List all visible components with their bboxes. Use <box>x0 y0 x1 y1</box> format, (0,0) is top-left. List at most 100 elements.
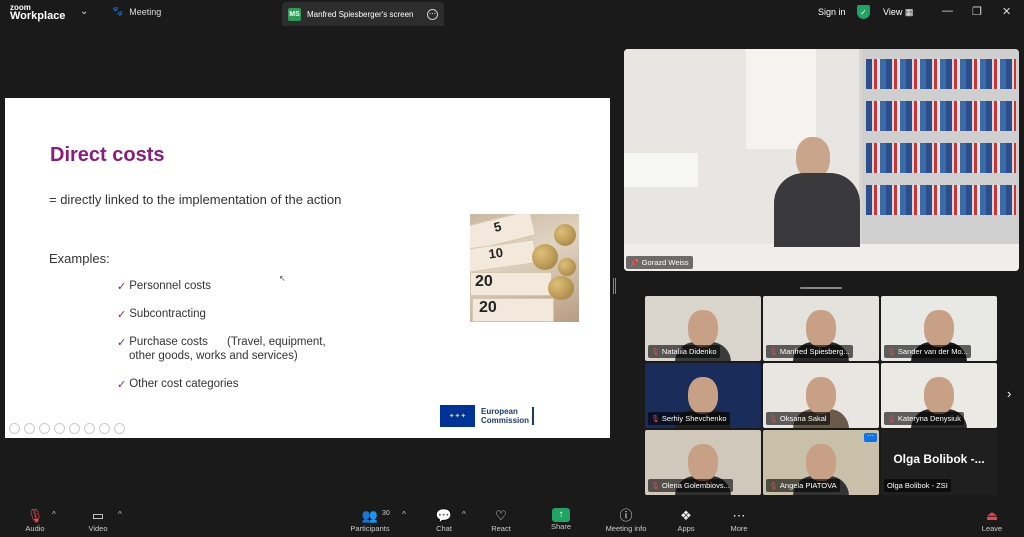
chat-options-caret-icon[interactable]: ^ <box>462 510 466 519</box>
logo-text-line2: Commission <box>481 416 530 425</box>
mic-muted-icon: 🎙 <box>769 482 778 490</box>
slide-subtitle: = directly linked to the implementation … <box>49 192 342 207</box>
close-icon[interactable]: ✕ <box>1002 5 1011 18</box>
chevron-down-icon[interactable]: ⌄ <box>80 6 88 17</box>
participant-display-name: Olga Bolibok -... <box>893 452 985 466</box>
more-label: More <box>730 524 748 533</box>
pen-icon[interactable] <box>39 423 50 434</box>
participant-tile[interactable]: 🎙 Sander van der Mo... <box>881 296 997 361</box>
paw-icon: 🐾 <box>112 6 124 16</box>
european-commission-logo: ✦✦✦ European Commission <box>440 405 535 427</box>
camera-icon[interactable] <box>99 423 110 434</box>
logo-line2: Workplace <box>10 10 66 22</box>
participant-name: Angela PIATOVA <box>779 481 837 490</box>
meeting-info-button[interactable]: ⓘ Meeting info <box>601 508 651 533</box>
slides-icon[interactable] <box>54 423 65 434</box>
participants-label: Participants <box>350 524 390 533</box>
bullet-item: ✓ Personnel costs <box>117 280 211 293</box>
participant-name-tag: 🎙 Oksana Sakal <box>766 412 830 425</box>
participant-name: Serhiy Shevchenko <box>661 414 727 423</box>
tab-shared-screen[interactable]: MS Manfred Spiesberger's screen ⋯ <box>282 2 444 26</box>
logo-text-line1: European <box>481 407 518 416</box>
leave-label: Leave <box>981 524 1003 533</box>
leave-button[interactable]: ⏏ Leave <box>980 508 1004 533</box>
tab-meeting[interactable]: 🐾 Meeting <box>112 6 161 17</box>
euro-money-image: 5 10 20 20 <box>470 214 579 322</box>
bullet-text: Other cost categories <box>129 378 239 390</box>
participant-tile[interactable]: 🎙 Olena Golembiovs... <box>645 430 761 495</box>
user-badge: MS <box>288 7 301 21</box>
participants-options-caret-icon[interactable]: ^ <box>402 510 406 519</box>
check-icon: ✓ <box>117 309 127 321</box>
bullet-text: Purchase costs (Travel, equipment, <box>129 336 326 348</box>
more-icon[interactable] <box>114 423 125 434</box>
share-button[interactable]: ↑ Share <box>548 508 574 531</box>
participant-tile[interactable]: 🎙 Nataliia Didenko <box>645 296 761 361</box>
security-shield-icon[interactable]: ✓ <box>857 5 870 19</box>
speaker-name: Gorazd Weiss <box>641 258 689 267</box>
audio-label: Audio <box>25 524 45 533</box>
video-camera-icon: ▭ <box>91 508 105 523</box>
bullet-text: Subcontracting <box>129 308 206 320</box>
mic-muted-icon: 🎙 <box>651 348 660 356</box>
bullet-text: Personnel costs <box>129 280 212 292</box>
participant-count: 30 <box>382 510 390 517</box>
participant-tile[interactable]: 🎙 Oksana Sakal <box>763 363 879 428</box>
mic-muted-icon: 🎙 <box>651 415 660 423</box>
participant-tile[interactable]: 🎙 Kateryna Denysiuk <box>881 363 997 428</box>
participant-tile[interactable]: 🎙 Angela PIATOVA <box>763 430 879 495</box>
pin-icon: 📌 <box>630 259 639 267</box>
speaker-name-tag: 📌 Gorazd Weiss <box>626 256 693 269</box>
participant-name-tag: 🎙 Angela PIATOVA <box>766 479 840 492</box>
view-button[interactable]: View ▦ <box>883 7 913 18</box>
zoom-icon[interactable] <box>69 423 80 434</box>
more-options-icon[interactable]: ⋯ <box>427 8 438 20</box>
slide-controls <box>9 423 125 434</box>
slide-title: Direct costs <box>50 144 165 166</box>
sign-in-link[interactable]: Sign in <box>818 7 846 17</box>
react-button[interactable]: ♡ React <box>488 508 514 533</box>
audio-button[interactable]: 🎙 Audio <box>22 508 48 533</box>
chat-button[interactable]: 💬 Chat <box>432 508 456 533</box>
zoom-logo[interactable]: zoom Workplace <box>10 3 66 22</box>
apps-button[interactable]: ❖ Apps <box>674 508 698 533</box>
more-button[interactable]: ⋯ More <box>727 508 751 533</box>
participant-name: Oksana Sakal <box>779 414 827 423</box>
bullet-text: other goods, works and services) <box>129 350 298 362</box>
check-icon: ✓ <box>117 337 127 349</box>
participant-tile[interactable]: Olga Bolibok -... Olga Bolibok - ZSI <box>881 430 997 495</box>
meeting-toolbar: 🎙 Audio ^ ▭ Video ^ 👥 Participants 30 ^ … <box>0 500 1024 537</box>
react-label: React <box>491 524 511 533</box>
check-icon: ✓ <box>117 281 127 293</box>
participant-tile[interactable]: 🎙 Serhiy Shevchenko <box>645 363 761 428</box>
chat-icon: 💬 <box>435 508 453 523</box>
tile-more-options-icon[interactable]: ⋯ <box>864 433 877 442</box>
mic-muted-icon: 🎙 <box>887 415 896 423</box>
restore-icon[interactable]: ❐ <box>972 5 982 18</box>
meeting-info-label: Meeting info <box>605 524 647 533</box>
active-speaker-video[interactable]: 📌 Gorazd Weiss <box>624 49 1019 271</box>
video-label: Video <box>88 524 108 533</box>
minimize-icon[interactable]: — <box>942 5 953 17</box>
tab-meeting-label: Meeting <box>129 6 162 17</box>
audio-options-caret-icon[interactable]: ^ <box>52 510 56 519</box>
next-page-arrow-icon[interactable]: › <box>1007 386 1011 401</box>
panel-resize-handle[interactable] <box>800 287 842 289</box>
mic-muted-icon: 🎙 <box>651 482 660 490</box>
apps-label: Apps <box>677 524 695 533</box>
next-slide-icon[interactable] <box>24 423 35 434</box>
participant-name: Kateryna Denysiuk <box>897 414 961 423</box>
share-arrow-icon: ↑ <box>552 508 570 522</box>
view-label: View <box>883 7 903 17</box>
info-icon: ⓘ <box>619 508 633 523</box>
participant-name-tag: 🎙 Sander van der Mo... <box>884 345 971 358</box>
participant-tile[interactable]: 🎙 Manfred Spiesberg... <box>763 296 879 361</box>
subtitles-icon[interactable] <box>84 423 95 434</box>
participant-name-tag: 🎙 Manfred Spiesberg... <box>766 345 853 358</box>
video-options-caret-icon[interactable]: ^ <box>118 510 122 519</box>
video-button[interactable]: ▭ Video <box>85 508 111 533</box>
resize-handle[interactable] <box>613 278 616 294</box>
prev-slide-icon[interactable] <box>9 423 20 434</box>
participant-name: Nataliia Didenko <box>661 347 717 356</box>
tab-screen-label: Manfred Spiesberger's screen <box>307 9 414 19</box>
